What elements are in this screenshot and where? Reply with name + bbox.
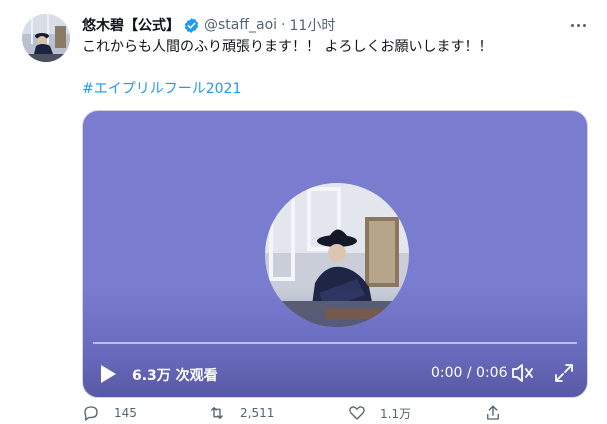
retweet-count: 2,511 xyxy=(240,406,275,420)
share-button[interactable] xyxy=(484,404,502,422)
heart-icon xyxy=(349,406,365,420)
tweet-time[interactable]: 11小时 xyxy=(290,15,336,35)
tweet-header: 悠木碧【公式】 @staff_aoi · 11小时 xyxy=(82,14,335,36)
user-handle[interactable]: @staff_aoi xyxy=(204,17,277,33)
verified-badge-icon xyxy=(183,17,200,34)
play-icon[interactable] xyxy=(99,364,117,384)
reply-icon xyxy=(84,406,98,422)
video-timestamp: 0:00 / 0:06 xyxy=(431,365,508,381)
view-count: 6.3万 次观看 xyxy=(132,368,218,384)
reply-count: 145 xyxy=(114,406,137,420)
separator-dot: · xyxy=(281,17,286,33)
video-progress-bar[interactable] xyxy=(93,342,577,344)
share-icon xyxy=(487,405,499,420)
hashtag-link[interactable]: #エイプリルフール2021 xyxy=(82,79,241,99)
like-button[interactable]: 1.1万 xyxy=(348,404,411,422)
avatar[interactable] xyxy=(22,14,70,62)
volume-muted-icon[interactable] xyxy=(511,362,535,384)
retweet-button[interactable]: 2,511 xyxy=(208,404,274,422)
fullscreen-icon[interactable] xyxy=(553,362,575,384)
display-name[interactable]: 悠木碧【公式】 xyxy=(82,15,180,35)
tweet: 悠木碧【公式】 @staff_aoi · 11小时 これからも人間のふり頑張りま… xyxy=(0,0,607,422)
video-player[interactable]: 6.3万 次观看 0:00 / 0:06 xyxy=(82,110,588,398)
like-count: 1.1万 xyxy=(380,406,412,421)
reply-button[interactable]: 145 xyxy=(82,404,137,422)
tweet-actions: 145 2,511 1.1万 xyxy=(80,404,580,424)
more-icon[interactable] xyxy=(566,15,590,35)
tweet-text: これからも人間のふり頑張ります！！ よろしくお願いします！！ xyxy=(82,39,493,55)
retweet-icon xyxy=(211,407,223,419)
